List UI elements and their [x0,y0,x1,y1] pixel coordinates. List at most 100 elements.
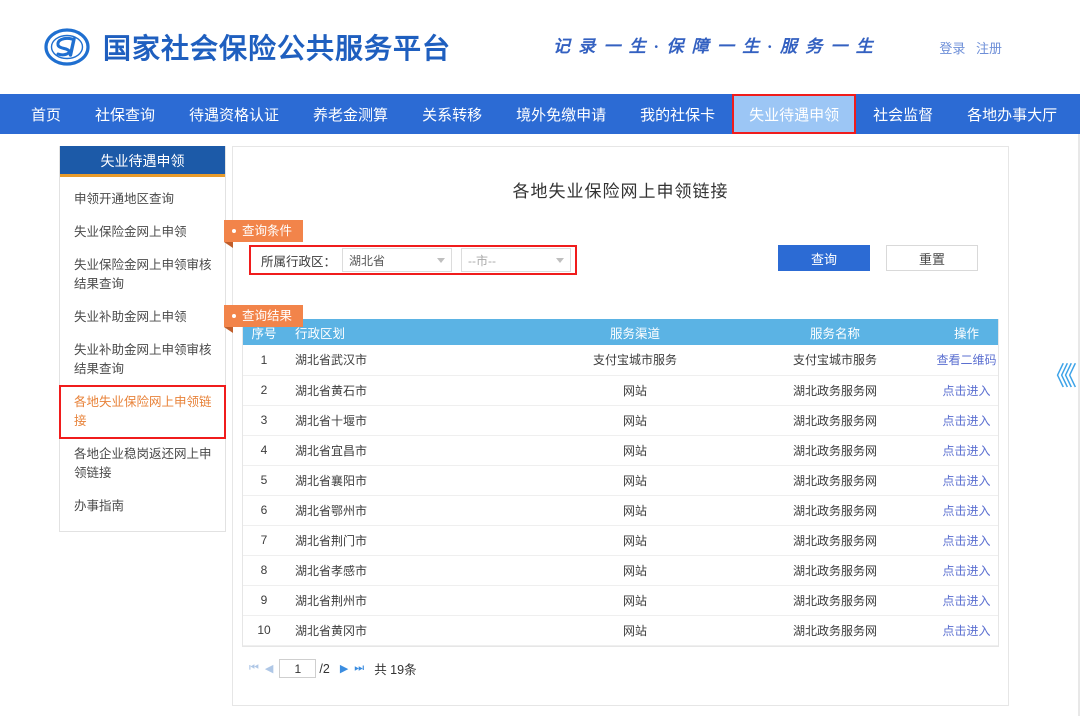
nav-item-4[interactable]: 关系转移 [405,94,499,134]
search-button[interactable]: 查询 [778,245,870,271]
tag-tail-shape [224,242,233,248]
table-row: 6湖北省鄂州市网站湖北政务服务网点击进入 [243,495,998,525]
nav-item-9[interactable]: 各地办事大厅 [950,94,1074,134]
table-head: 序号行政区划服务渠道服务名称操作 [243,319,998,345]
action-link[interactable]: 点击进入 [942,384,990,398]
action-cell: 点击进入 [935,495,998,525]
bullet-dot-icon [232,229,236,233]
table-body: 1湖北省武汉市支付宝城市服务支付宝城市服务查看二维码2湖北省黄石市网站湖北政务服… [243,345,998,645]
cell-area: 湖北省黄冈市 [285,615,535,645]
sidebar-item-6[interactable]: 各地企业稳岗返还网上申领链接 [60,438,225,490]
city-select[interactable]: --市-- [461,248,571,272]
cell-channel: 网站 [535,615,735,645]
cell-idx: 2 [243,375,285,405]
query-buttons: 查询 重置 [778,245,978,271]
table-row: 1湖北省武汉市支付宝城市服务支付宝城市服务查看二维码 [243,345,998,375]
cell-channel: 网站 [535,555,735,585]
chevron-down-icon [556,258,564,263]
table-header-row: 序号行政区划服务渠道服务名称操作 [243,319,998,345]
table-column-header-3: 服务名称 [735,319,935,345]
cell-channel: 网站 [535,465,735,495]
pagination: ⏮ ◀ /2 ▶ ⏭ 共 19条 [249,657,1008,681]
nav-item-5[interactable]: 境外免缴申请 [499,94,623,134]
cell-area: 湖北省鄂州市 [285,495,535,525]
action-link[interactable]: 查看二维码 [936,353,996,367]
first-page-icon[interactable]: ⏮ [249,662,258,675]
sidebar-item-7[interactable]: 办事指南 [60,490,225,523]
sidebar-item-0[interactable]: 申领开通地区查询 [60,183,225,216]
action-cell: 点击进入 [935,405,998,435]
prev-page-icon[interactable]: ◀ [265,662,272,675]
action-link[interactable]: 点击进入 [942,624,990,638]
last-page-icon[interactable]: ⏭ [354,662,363,675]
query-section-tag: 查询条件 [224,220,303,242]
table-column-header-1: 行政区划 [285,319,535,345]
bullet-dot-icon [232,314,236,318]
sidebar-menu: 申领开通地区查询失业保险金网上申领失业保险金网上申领审核结果查询失业补助金网上申… [60,177,225,531]
cell-idx: 7 [243,525,285,555]
table-row: 3湖北省十堰市网站湖北政务服务网点击进入 [243,405,998,435]
nav-item-8[interactable]: 社会监督 [856,94,950,134]
sidebar-item-2[interactable]: 失业保险金网上申领审核结果查询 [60,249,225,301]
sidebar-item-3[interactable]: 失业补助金网上申领 [60,301,225,334]
action-cell: 点击进入 [935,585,998,615]
cell-area: 湖北省荆州市 [285,585,535,615]
action-link[interactable]: 点击进入 [942,504,990,518]
cell-channel: 网站 [535,405,735,435]
site-slogan: 记 录 一 生 · 保 障 一 生 · 服 务 一 生 [553,32,875,57]
action-link[interactable]: 点击进入 [942,414,990,428]
action-link[interactable]: 点击进入 [942,564,990,578]
action-link[interactable]: 点击进入 [942,594,990,608]
reset-button[interactable]: 重置 [886,245,978,271]
cell-idx: 3 [243,405,285,435]
cell-service: 湖北政务服务网 [735,405,935,435]
query-section-label: 查询条件 [242,224,292,238]
nav-item-3[interactable]: 养老金测算 [296,94,405,134]
nav-item-0[interactable]: 首页 [14,94,78,134]
table-row: 8湖北省孝感市网站湖北政务服务网点击进入 [243,555,998,585]
sidebar-item-1[interactable]: 失业保险金网上申领 [60,216,225,249]
cell-channel: 网站 [535,375,735,405]
login-link[interactable]: 登录 [939,41,965,56]
nav-item-7[interactable]: 失业待遇申领 [732,94,856,134]
cell-area: 湖北省武汉市 [285,345,535,375]
cell-service: 湖北政务服务网 [735,525,935,555]
table-row: 10湖北省黄冈市网站湖北政务服务网点击进入 [243,615,998,645]
page-number-input[interactable] [279,659,316,678]
province-select[interactable]: 湖北省 [342,248,452,272]
action-link[interactable]: 点击进入 [942,444,990,458]
total-pages-label: /2 [319,662,329,676]
brand-title: 国家社会保险公共服务平台 [103,27,451,67]
region-filter-group: 所属行政区： 湖北省 --市-- [249,245,577,275]
cell-service: 湖北政务服务网 [735,435,935,465]
nav-item-6[interactable]: 我的社保卡 [623,94,732,134]
collapse-panel-chevrons-icon[interactable]: 《《 [1043,356,1072,393]
page-title: 各地失业保险网上申领链接 [233,177,1008,202]
action-cell: 点击进入 [935,375,998,405]
cell-area: 湖北省宜昌市 [285,435,535,465]
sidebar-item-5[interactable]: 各地失业保险网上申领链接 [60,386,225,438]
cell-area: 湖北省荆门市 [285,525,535,555]
action-link[interactable]: 点击进入 [942,474,990,488]
register-link[interactable]: 注册 [976,41,1002,56]
table-row: 4湖北省宜昌市网站湖北政务服务网点击进入 [243,435,998,465]
nav-item-1[interactable]: 社保查询 [78,94,172,134]
action-link[interactable]: 点击进入 [942,534,990,548]
cell-service: 湖北政务服务网 [735,495,935,525]
next-page-icon[interactable]: ▶ [340,662,347,675]
brand-logo[interactable]: 国家社会保险公共服务平台 [44,27,451,67]
cell-channel: 网站 [535,435,735,465]
cell-service: 湖北政务服务网 [735,585,935,615]
cell-idx: 4 [243,435,285,465]
cell-service: 湖北政务服务网 [735,615,935,645]
cell-service: 湖北政务服务网 [735,555,935,585]
table-row: 2湖北省黄石市网站湖北政务服务网点击进入 [243,375,998,405]
si-logo-icon [44,27,90,67]
cell-service: 湖北政务服务网 [735,375,935,405]
auth-links: 登录 注册 [939,38,1002,57]
nav-item-2[interactable]: 待遇资格认证 [172,94,296,134]
action-cell: 点击进入 [935,435,998,465]
cell-area: 湖北省十堰市 [285,405,535,435]
sidebar-item-4[interactable]: 失业补助金网上申领审核结果查询 [60,334,225,386]
query-row: 所属行政区： 湖北省 --市-- 查询 重置 [233,245,1008,283]
